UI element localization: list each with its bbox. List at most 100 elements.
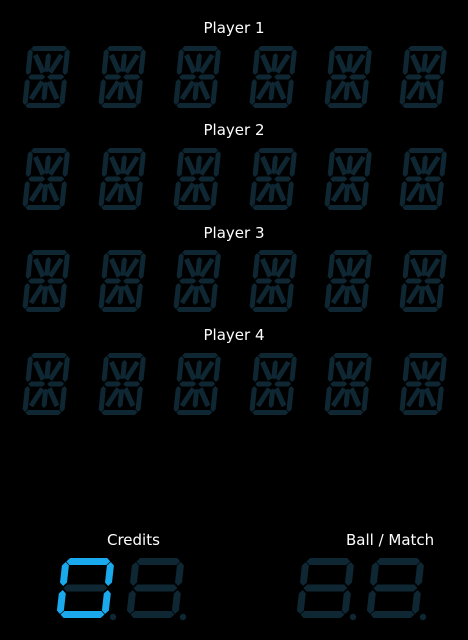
segment-c [59, 386, 67, 412]
player-1-score-display [22, 46, 447, 108]
segment-g1 [104, 381, 122, 387]
segment-f [101, 356, 109, 382]
segment-g1 [179, 381, 197, 387]
segment-h [335, 257, 348, 278]
segment-a [333, 46, 369, 51]
segment-c [286, 79, 294, 105]
segment-d [101, 307, 138, 312]
segment-h [335, 360, 348, 381]
player-4-score-display [22, 353, 447, 415]
segment-b [138, 151, 146, 177]
segment-d [327, 205, 364, 210]
segment-g1 [405, 74, 423, 80]
segment-g2 [47, 381, 65, 387]
segment-h [33, 360, 46, 381]
segment-g1 [28, 381, 46, 387]
segment-a [258, 353, 294, 358]
segment-h [184, 257, 197, 278]
segment-h [410, 360, 423, 381]
segment-e [126, 590, 136, 614]
segment-g2 [274, 381, 292, 387]
segment-g [63, 584, 108, 592]
segment-f [25, 151, 33, 177]
segment-a [333, 148, 369, 153]
segment-g [133, 584, 178, 592]
segment-d [252, 103, 289, 108]
segment-g2 [274, 278, 292, 284]
segment-a [182, 148, 218, 153]
player-1-digit-1 [22, 46, 70, 108]
segment-g1 [179, 278, 197, 284]
segment-h [184, 360, 197, 381]
segment-d [252, 205, 289, 210]
segment-b [175, 562, 184, 586]
segment-g1 [179, 176, 197, 182]
segment-b [138, 49, 146, 75]
segment-c [341, 590, 351, 614]
segment-a [258, 148, 294, 153]
segment-d [101, 205, 138, 210]
segment-d [101, 410, 138, 415]
segment-g1 [330, 278, 348, 284]
segment-f [370, 562, 379, 586]
player-1-digit-6 [399, 46, 447, 108]
segment-e [22, 181, 30, 207]
decimal-point [179, 613, 187, 621]
decimal-point [419, 613, 427, 621]
segment-b [439, 356, 447, 382]
segment-e [22, 283, 30, 309]
segment-h [410, 53, 423, 74]
segment-g2 [47, 176, 65, 182]
segment-f [101, 49, 109, 75]
segment-g1 [405, 381, 423, 387]
segment-c [171, 590, 181, 614]
segment-b [345, 562, 354, 586]
segment-c [436, 79, 444, 105]
segment-c [361, 79, 369, 105]
segment-e [56, 590, 66, 614]
segment-a [258, 250, 294, 255]
segment-a [107, 46, 143, 51]
ball-match-label: Ball / Match [346, 531, 435, 549]
segment-b [289, 151, 297, 177]
segment-a [107, 353, 143, 358]
segment-h [33, 257, 46, 278]
segment-d [101, 103, 138, 108]
segment-d [176, 205, 213, 210]
segment-m [273, 387, 287, 408]
segment-f [402, 151, 410, 177]
segment-a [376, 558, 421, 565]
segment-d [60, 611, 105, 618]
segment-h [33, 155, 46, 176]
ball-match-digit-1 [296, 558, 357, 621]
segment-h [335, 53, 348, 74]
segment-a [408, 250, 444, 255]
segment-b [213, 151, 221, 177]
segment-g1 [104, 278, 122, 284]
segment-c [210, 79, 218, 105]
segment-b [289, 253, 297, 279]
segment-f [300, 562, 309, 586]
player-1-label: Player 1 [203, 19, 265, 37]
segment-f [176, 151, 184, 177]
segment-e [399, 181, 407, 207]
segment-f [402, 49, 410, 75]
segment-d [370, 611, 415, 618]
segment-e [173, 283, 181, 309]
segment-e [249, 181, 257, 207]
decimal-point [109, 613, 117, 621]
segment-b [62, 151, 70, 177]
player-4-label: Player 4 [203, 326, 265, 344]
segment-d [252, 307, 289, 312]
segment-m [122, 182, 136, 203]
segment-h [260, 155, 273, 176]
segment-a [306, 558, 351, 565]
segment-b [62, 253, 70, 279]
segment-d [176, 103, 213, 108]
segment-e [399, 283, 407, 309]
segment-c [210, 181, 218, 207]
segment-c [135, 283, 143, 309]
segment-h [410, 257, 423, 278]
segment-g [373, 584, 418, 592]
segment-m [46, 80, 60, 101]
